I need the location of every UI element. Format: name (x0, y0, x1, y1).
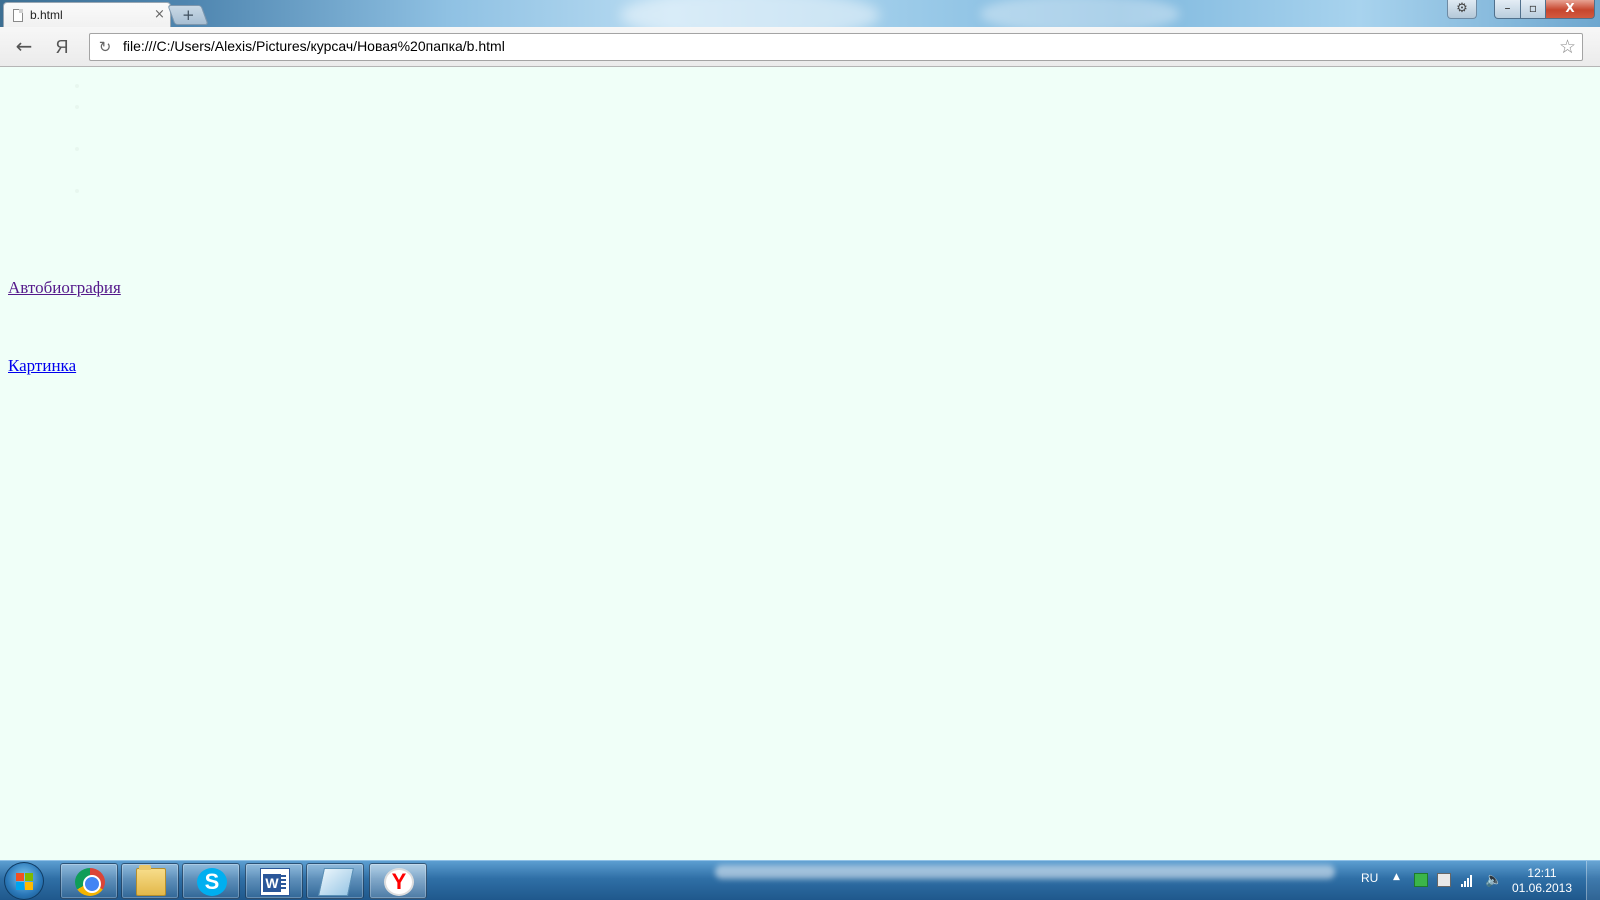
browser-toolbar: ← Я ↻ file:///C:/Users/Alexis/Pictures/к… (0, 27, 1600, 67)
explorer-folder-icon (136, 865, 166, 896)
list-item (90, 75, 94, 96)
taskbar-word[interactable] (245, 863, 303, 899)
titlebar-glow (980, 0, 1180, 27)
close-window-button[interactable]: X (1545, 0, 1595, 19)
tab-active[interactable]: b.html × (3, 2, 171, 27)
autobiography-link[interactable]: Автобиография (8, 278, 121, 298)
url-input[interactable]: file:///C:/Users/Alexis/Pictures/курсач/… (123, 38, 1523, 54)
bookmark-star-icon[interactable]: ☆ (1559, 36, 1576, 58)
page-content: Автобиография Картинка (0, 68, 1600, 860)
start-button[interactable] (4, 862, 44, 900)
tray-app-icon[interactable] (1414, 873, 1428, 887)
chrome-icon (75, 868, 105, 896)
reload-icon[interactable]: ↻ (95, 37, 115, 57)
settings-gear-icon[interactable]: ⚙ (1447, 0, 1477, 19)
titlebar-glow (620, 0, 880, 27)
minimize-button[interactable]: – (1494, 0, 1521, 19)
network-signal-icon[interactable] (1461, 873, 1475, 887)
page-icon (13, 9, 23, 22)
list-item (90, 201, 94, 222)
taskbar-gloss (715, 865, 1335, 879)
windows-taskbar: S Y RU ▲ 🔈 12:11 01.06.2013 (0, 860, 1600, 900)
taskbar-clock[interactable]: 12:11 01.06.2013 (1507, 866, 1577, 896)
address-bar[interactable]: ↻ file:///C:/Users/Alexis/Pictures/курса… (89, 33, 1583, 61)
windows-logo-icon (16, 873, 34, 891)
taskbar-yandex-browser[interactable]: Y (369, 863, 427, 899)
yandex-button[interactable]: Я (52, 35, 72, 59)
yandex-browser-icon: Y (384, 868, 414, 896)
tab-close-icon[interactable]: × (154, 7, 165, 22)
picture-link[interactable]: Картинка (8, 356, 76, 376)
plus-icon: + (182, 6, 195, 24)
new-tab-button[interactable]: + (167, 5, 209, 25)
volume-icon[interactable]: 🔈 (1485, 873, 1502, 887)
list-item (90, 138, 94, 159)
skype-icon: S (197, 868, 227, 896)
clock-time: 12:11 (1527, 866, 1557, 880)
power-plug-icon[interactable] (1437, 873, 1451, 887)
word-icon (260, 868, 290, 896)
show-hidden-icons-icon[interactable]: ▲ (1393, 872, 1400, 882)
maximize-button[interactable]: ▫ (1520, 0, 1546, 19)
list-item (90, 96, 94, 117)
faded-list (74, 75, 94, 222)
taskbar-chrome[interactable] (60, 863, 118, 899)
taskbar-notes[interactable] (306, 863, 364, 899)
back-arrow-icon[interactable]: ← (12, 35, 36, 59)
clock-date: 01.06.2013 (1511, 881, 1573, 895)
tab-title: b.html (30, 8, 63, 22)
notes-icon (318, 868, 354, 896)
browser-titlebar: b.html × + ⚙ – ▫ X (0, 0, 1600, 27)
list-item (90, 180, 94, 201)
show-desktop-button[interactable] (1586, 861, 1600, 900)
taskbar-explorer[interactable] (121, 863, 179, 899)
list-item (90, 117, 94, 138)
taskbar-skype[interactable]: S (182, 863, 240, 899)
list-item (90, 159, 94, 180)
language-indicator[interactable]: RU (1361, 871, 1378, 885)
